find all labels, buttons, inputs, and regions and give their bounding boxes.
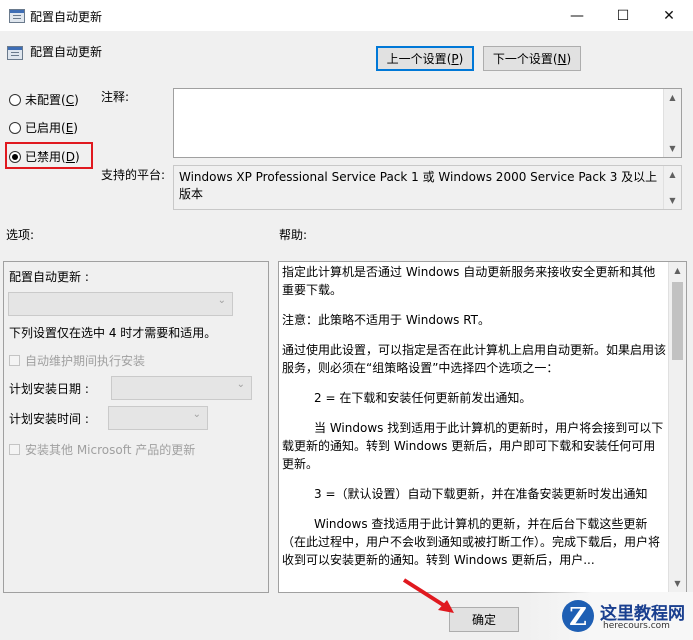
help-paragraph: 当 Windows 找到适用于此计算机的更新时，用户将会接到可以下载更新的通知。… [282,421,664,471]
setting-name: 配置自动更新 [30,45,103,59]
radio-enabled-key: E [65,121,74,135]
configure-updates-combo[interactable]: ⌄ [8,292,233,316]
help-paragraph: 通过使用此设置，可以指定是否在此计算机上启用自动更新。如果启用该服务，则必须在“… [282,343,666,375]
radio-enabled[interactable]: 已启用(E) [9,119,78,136]
next-setting-label: 下一个设置 [492,52,553,66]
supported-scrollbar[interactable]: ▲ ▼ [663,166,681,209]
chevron-down-icon: ⌄ [236,379,245,390]
chevron-down-icon: ⌄ [217,295,226,306]
next-setting-button[interactable]: 下一个设置(N) [483,46,581,71]
radio-not-configured-key: C [65,93,75,107]
minimize-button[interactable]: — [554,0,600,31]
scroll-down-icon[interactable]: ▼ [664,192,681,209]
maximize-button[interactable]: ☐ [600,0,646,31]
auto-maintenance-checkbox-row[interactable]: 自动维护期间执行安装 [9,352,145,369]
install-other-checkbox[interactable] [9,444,20,455]
window-title: 配置自动更新 [30,10,103,24]
comment-textarea[interactable]: ▲ ▼ [173,88,682,158]
annotation-arrow-icon [402,578,454,613]
help-paragraph: 3 =（默认设置）自动下载更新，并在准备安装更新时发出通知 [314,487,648,501]
options-note: 下列设置仅在选中 4 时才需要和适用。 [9,326,217,340]
previous-setting-button[interactable]: 上一个设置(P) [376,46,474,71]
supported-label: 支持的平台: [101,168,166,182]
previous-setting-label: 上一个设置 [386,52,447,66]
radio-not-configured[interactable]: 未配置(C) [9,91,79,108]
help-paragraph: 指定此计算机是否通过 Windows 自动更新服务来接收安全更新和其他重要下载。 [282,265,656,297]
scroll-thumb[interactable] [672,282,683,360]
radio-disabled[interactable]: 已禁用(D) [9,148,80,165]
schedule-day-combo[interactable]: ⌄ [111,376,252,400]
scroll-down-icon[interactable]: ▼ [664,140,681,157]
scroll-up-icon[interactable]: ▲ [664,166,681,183]
radio-not-configured-indicator[interactable] [9,93,21,106]
app-icon [9,9,25,23]
auto-maintenance-label: 自动维护期间执行安装 [25,354,146,368]
radio-enabled-label: 已启用 [25,121,62,135]
supported-platforms-box: Windows XP Professional Service Pack 1 或… [173,165,682,210]
radio-disabled-label: 已禁用 [25,150,62,164]
schedule-day-label: 计划安装日期 : [9,382,89,396]
scroll-down-icon[interactable]: ▼ [669,575,686,592]
options-header: 选项: [6,228,35,242]
watermark-site-url: herecours.com [603,621,670,631]
help-paragraph: Windows 查找适用于此计算机的更新，并在后台下载这些更新（在此过程中，用户… [282,517,661,567]
schedule-time-label: 计划安装时间 : [9,412,89,426]
help-text: 指定此计算机是否通过 Windows 自动更新服务来接收安全更新和其他重要下载。… [282,263,666,589]
install-other-checkbox-row[interactable]: 安装其他 Microsoft 产品的更新 [9,441,195,458]
radio-not-configured-label: 未配置 [25,93,62,107]
close-button[interactable]: ✕ [646,0,692,31]
watermark: Z 这里教程网 herecours.com [525,592,693,640]
install-other-label: 安装其他 Microsoft 产品的更新 [25,443,196,457]
comment-label: 注释: [101,90,130,104]
comment-scrollbar[interactable]: ▲ ▼ [663,89,681,157]
help-panel: 指定此计算机是否通过 Windows 自动更新服务来接收安全更新和其他重要下载。… [278,261,687,593]
previous-setting-key: P [451,51,459,66]
radio-disabled-key: D [65,150,75,164]
help-paragraph: 注意：此策略不适用于 Windows RT。 [282,313,490,327]
scroll-up-icon[interactable]: ▲ [664,89,681,106]
schedule-time-combo[interactable]: ⌄ [108,406,208,430]
scroll-up-icon[interactable]: ▲ [669,262,686,279]
policy-icon [7,46,23,60]
help-paragraph: 2 = 在下载和安装任何更新前发出通知。 [314,391,532,405]
configure-updates-label: 配置自动更新 : [9,270,89,284]
title-bar: 配置自动更新 — ☐ ✕ [0,0,693,31]
radio-disabled-indicator[interactable] [9,150,21,163]
help-scrollbar[interactable]: ▲ ▼ [668,262,686,592]
watermark-logo-icon: Z [562,600,594,632]
radio-enabled-indicator[interactable] [9,121,21,134]
supported-platforms-text: Windows XP Professional Service Pack 1 或… [179,170,658,201]
chevron-down-icon: ⌄ [192,409,201,420]
help-header: 帮助: [279,228,308,242]
options-panel: 配置自动更新 : ⌄ 下列设置仅在选中 4 时才需要和适用。 自动维护期间执行安… [3,261,269,593]
next-setting-key: N [557,51,567,66]
auto-maintenance-checkbox[interactable] [9,355,20,366]
